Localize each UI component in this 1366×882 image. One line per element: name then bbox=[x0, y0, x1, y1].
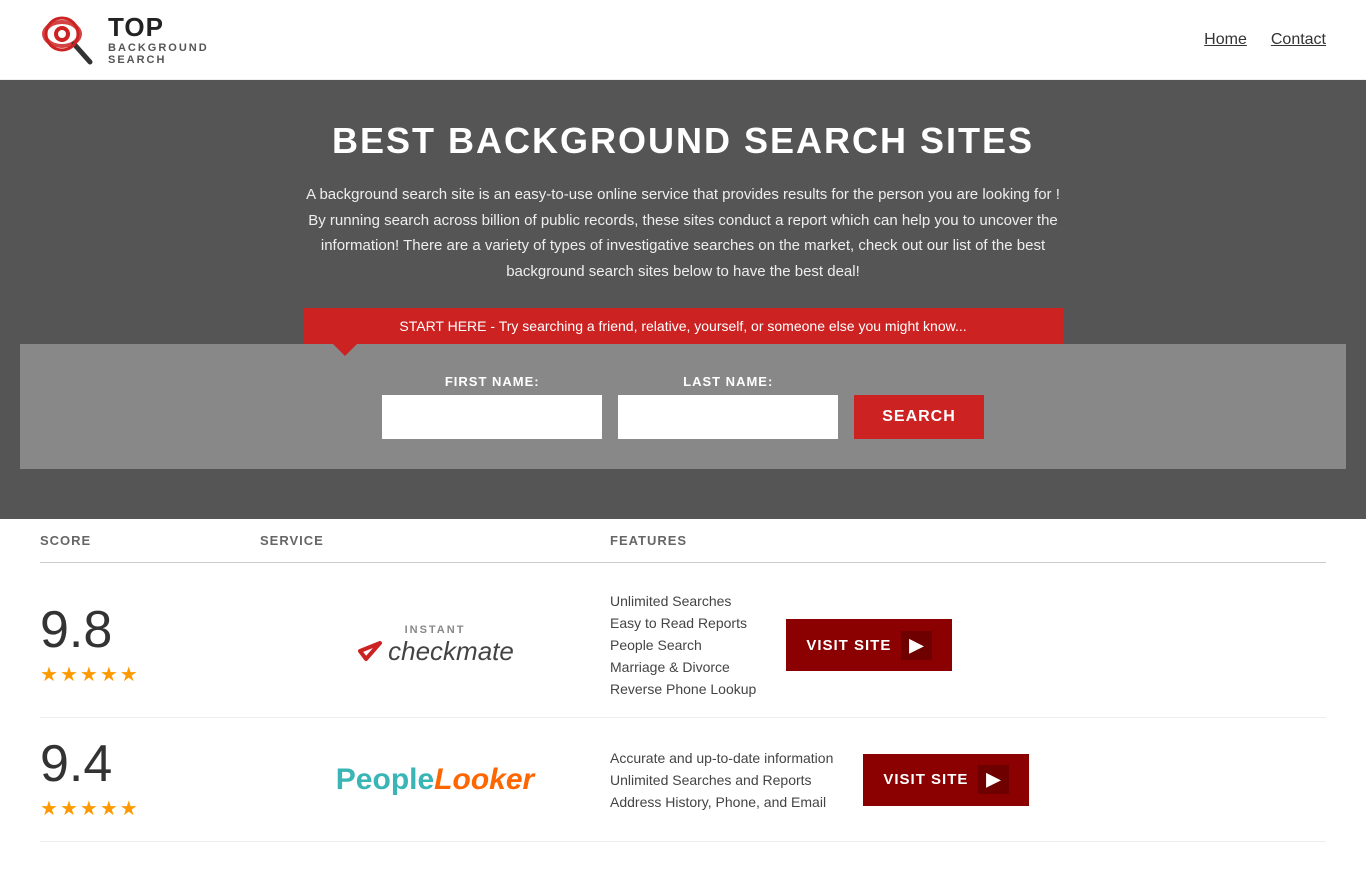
instant-label: INSTANT bbox=[356, 624, 514, 636]
star-5: ★ bbox=[120, 662, 138, 687]
feature-item: People Search bbox=[610, 637, 756, 653]
first-name-label: FIRST NAME: bbox=[382, 374, 602, 389]
col-header-features: FEATURES bbox=[610, 533, 1326, 548]
site-header: TOP BACKGROUND SEARCH Home Contact bbox=[0, 0, 1366, 80]
col-header-service: SERVICE bbox=[260, 533, 610, 548]
features-list-1: Unlimited Searches Easy to Read Reports … bbox=[610, 593, 756, 697]
arrow-icon-1: ▶ bbox=[901, 631, 932, 660]
results-section: SCORE SERVICE FEATURES 9.8 ★ ★ ★ ★ ★ INS… bbox=[0, 519, 1366, 882]
feature-item: Address History, Phone, and Email bbox=[610, 794, 833, 810]
table-row: 9.8 ★ ★ ★ ★ ★ INSTANT checkmate bbox=[40, 573, 1326, 718]
last-name-label: LAST NAME: bbox=[618, 374, 838, 389]
logo-text: TOP BACKGROUND SEARCH bbox=[108, 13, 209, 66]
visit-site-button-2[interactable]: VISIT SITE ▶ bbox=[863, 754, 1029, 806]
logo: TOP BACKGROUND SEARCH bbox=[40, 12, 209, 67]
col-header-score: SCORE bbox=[40, 533, 260, 548]
logo-top-text: TOP bbox=[108, 13, 209, 42]
star-4: ★ bbox=[100, 796, 118, 821]
search-banner: START HERE - Try searching a friend, rel… bbox=[303, 308, 1063, 344]
arrow-icon-2: ▶ bbox=[978, 765, 1009, 794]
visit-label-1: VISIT SITE bbox=[806, 637, 891, 654]
instant-checkmate-logo: INSTANT checkmate bbox=[356, 624, 514, 667]
features-list-2: Accurate and up-to-date information Unli… bbox=[610, 750, 833, 810]
logo-icon bbox=[40, 12, 102, 67]
checkmate-row: checkmate bbox=[356, 636, 514, 667]
score-column-1: 9.8 ★ ★ ★ ★ ★ bbox=[40, 604, 260, 687]
checkmark-icon bbox=[356, 637, 384, 665]
visit-label-2: VISIT SITE bbox=[883, 771, 968, 788]
service-column-1: INSTANT checkmate bbox=[260, 624, 610, 667]
first-name-group: FIRST NAME: bbox=[382, 374, 602, 439]
stars-1: ★ ★ ★ ★ ★ bbox=[40, 662, 138, 687]
feature-item: Accurate and up-to-date information bbox=[610, 750, 833, 766]
feature-item: Easy to Read Reports bbox=[610, 615, 756, 631]
first-name-input[interactable] bbox=[382, 395, 602, 439]
star-4: ★ bbox=[100, 662, 118, 687]
search-form: FIRST NAME: LAST NAME: SEARCH bbox=[382, 374, 984, 439]
banner-text: START HERE - Try searching a friend, rel… bbox=[399, 318, 966, 334]
star-2: ★ bbox=[60, 662, 78, 687]
feature-item: Reverse Phone Lookup bbox=[610, 681, 756, 697]
nav-contact[interactable]: Contact bbox=[1271, 31, 1326, 49]
hero-description: A background search site is an easy-to-u… bbox=[303, 182, 1063, 284]
star-3: ★ bbox=[80, 796, 98, 821]
main-nav: Home Contact bbox=[1204, 31, 1326, 49]
features-column-2: Accurate and up-to-date information Unli… bbox=[610, 750, 1326, 810]
star-1: ★ bbox=[40, 796, 58, 821]
feature-item: Marriage & Divorce bbox=[610, 659, 756, 675]
features-column-1: Unlimited Searches Easy to Read Reports … bbox=[610, 593, 1326, 697]
nav-home[interactable]: Home bbox=[1204, 31, 1247, 49]
table-header: SCORE SERVICE FEATURES bbox=[40, 519, 1326, 563]
last-name-group: LAST NAME: bbox=[618, 374, 838, 439]
feature-item: Unlimited Searches and Reports bbox=[610, 772, 833, 788]
star-5: ★ bbox=[120, 796, 138, 821]
score-value-1: 9.8 bbox=[40, 604, 112, 656]
stars-2: ★ ★ ★ ★ ★ bbox=[40, 796, 138, 821]
visit-site-button-1[interactable]: VISIT SITE ▶ bbox=[786, 619, 952, 671]
star-3: ★ bbox=[80, 662, 98, 687]
score-value-2: 9.4 bbox=[40, 738, 112, 790]
feature-item: Unlimited Searches bbox=[610, 593, 756, 609]
hero-heading: BEST BACKGROUND SEARCH SITES bbox=[20, 120, 1346, 162]
checkmate-text: checkmate bbox=[388, 636, 514, 667]
logo-bottom-text: BACKGROUND SEARCH bbox=[108, 42, 209, 66]
search-form-wrapper: FIRST NAME: LAST NAME: SEARCH bbox=[20, 344, 1346, 469]
hero-section: BEST BACKGROUND SEARCH SITES A backgroun… bbox=[0, 80, 1366, 519]
star-2: ★ bbox=[60, 796, 78, 821]
search-button[interactable]: SEARCH bbox=[854, 395, 984, 439]
star-1: ★ bbox=[40, 662, 58, 687]
table-row: 9.4 ★ ★ ★ ★ ★ PeopleLooker Accurate and … bbox=[40, 718, 1326, 842]
people-text: PeopleLooker bbox=[336, 763, 534, 796]
last-name-input[interactable] bbox=[618, 395, 838, 439]
score-column-2: 9.4 ★ ★ ★ ★ ★ bbox=[40, 738, 260, 821]
